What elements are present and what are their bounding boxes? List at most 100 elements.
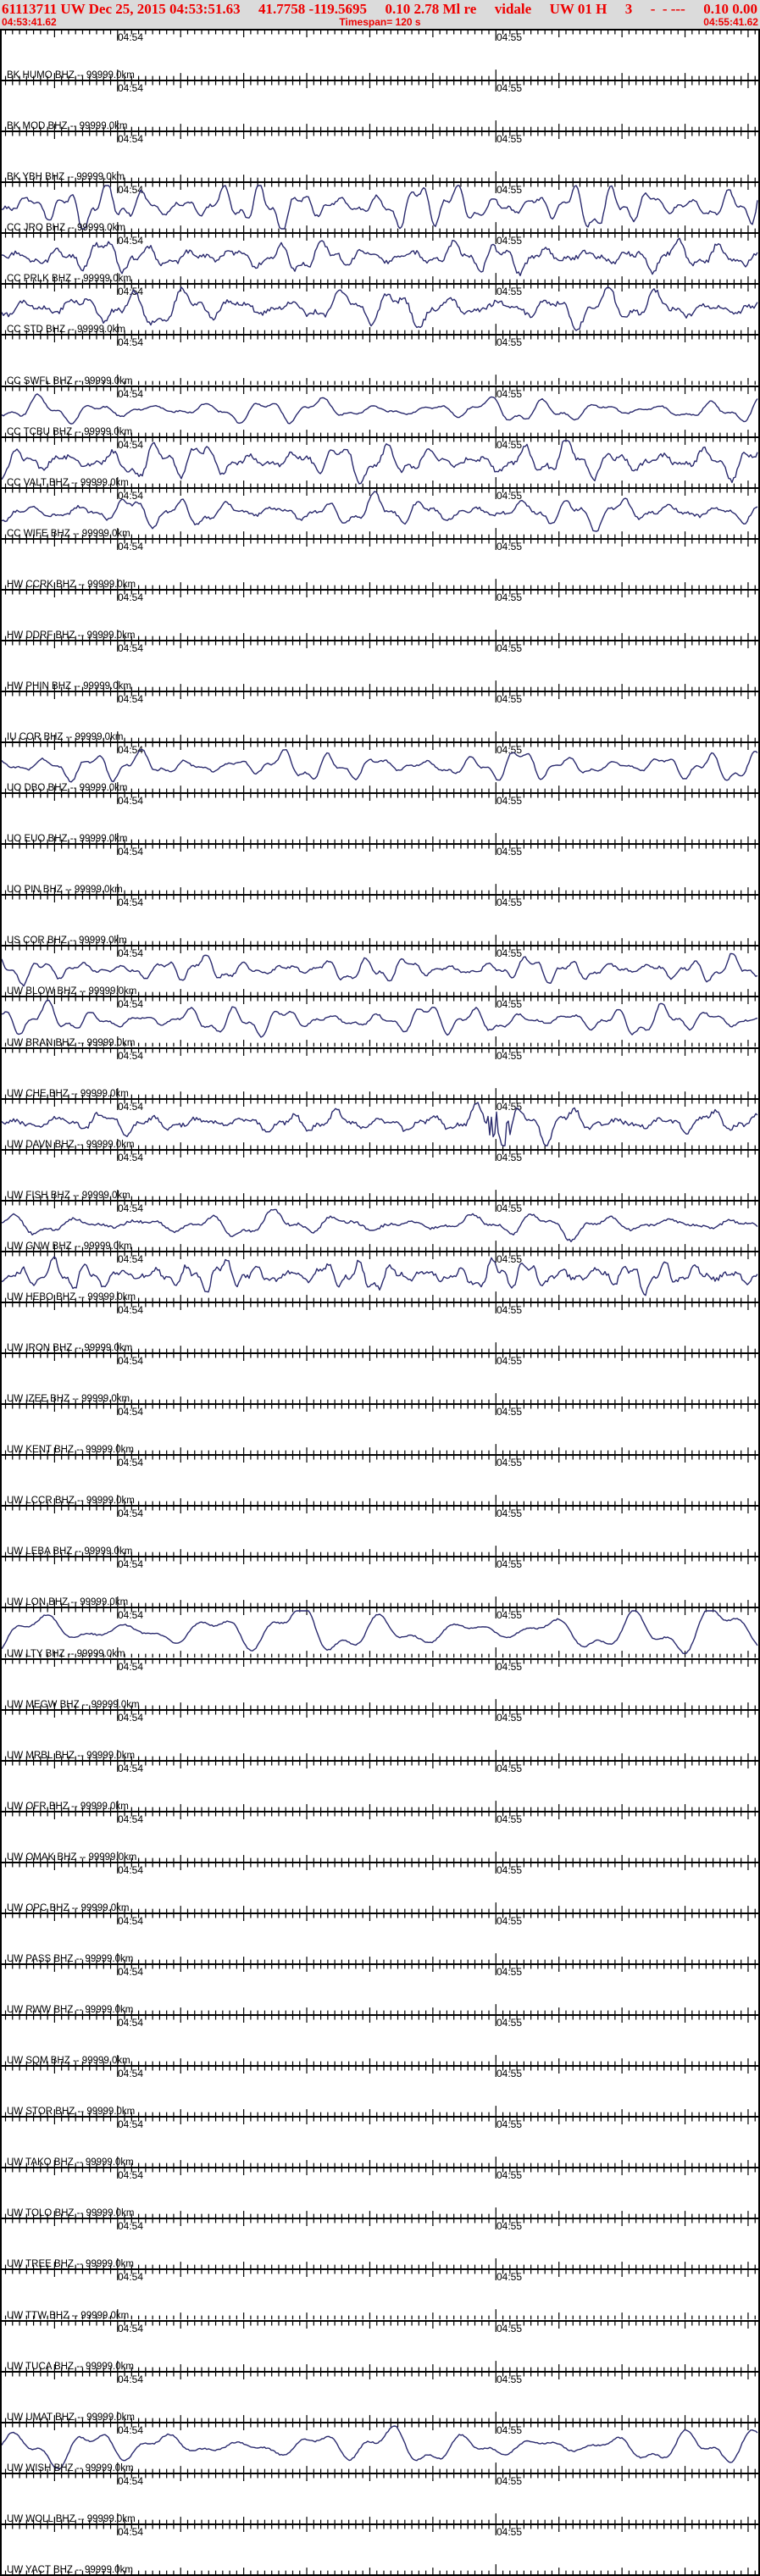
station-label: HW DDRF BHZ -- 99999.0km bbox=[7, 630, 136, 641]
trace-row: 04:54 04:55 UW RWW BHZ -- 99999.0km bbox=[2, 1963, 758, 2016]
station-label: UW STOR BHZ -- 99999.0km bbox=[7, 2107, 136, 2118]
trace-row: 04:54 04:55 UW WOLL BHZ -- 99999.0km bbox=[2, 2472, 758, 2524]
station-label: BK MOD BHZ -- 99999.0km bbox=[7, 121, 128, 132]
station-label: UW TTW BHZ -- 99999.0km bbox=[7, 2310, 130, 2321]
station-label: CC PRLK BHZ -- 99999.0km bbox=[7, 274, 131, 285]
trace-row: 04:54 04:55 HW DDRF BHZ -- 99999.0km bbox=[2, 588, 758, 641]
station-label: UW TAKO BHZ -- 99999.0km bbox=[7, 2157, 134, 2168]
trace-row: 04:54 04:55 BK MOD BHZ -- 99999.0km bbox=[2, 80, 758, 132]
station-label: UW OPC BHZ -- 99999.0km bbox=[7, 1902, 130, 1913]
event-summary-segment: 61113711 UW Dec 25, 2015 04:53:51.63 bbox=[2, 1, 241, 17]
trace-row: 04:54 04:55 UW TTW BHZ -- 99999.0km bbox=[2, 2268, 758, 2321]
station-label: BK YBH BHZ -- 99999.0km bbox=[7, 172, 125, 183]
station-label: CC TCBU BHZ -- 99999.0km bbox=[7, 426, 133, 437]
station-label: UW WISH BHZ -- 99999.0km bbox=[7, 2462, 134, 2473]
station-label: HW CCRK BHZ -- 99999.0km bbox=[7, 579, 136, 590]
header-bar: 61113711 UW Dec 25, 2015 04:53:51.63 41.7… bbox=[0, 0, 760, 29]
trace-row: 04:54 04:55 UW STOR BHZ -- 99999.0km bbox=[2, 2065, 758, 2118]
station-label: UW SQM BHZ -- 99999.0km bbox=[7, 2056, 130, 2067]
trace-row: 04:54 04:55 UW WISH BHZ -- 99999.0km bbox=[2, 2421, 758, 2473]
station-label: CC VALT BHZ -- 99999.0km bbox=[7, 477, 129, 488]
trace-row: 04:54 04:55 UW MRBL BHZ -- 99999.0km bbox=[2, 1708, 758, 1761]
trace-row: 04:54 04:55 UW TAKO BHZ -- 99999.0km bbox=[2, 2116, 758, 2168]
station-label: UW RWW BHZ -- 99999.0km bbox=[7, 2005, 134, 2016]
station-label: CC STD BHZ -- 99999.0km bbox=[7, 325, 125, 336]
trace-row: 04:54 04:55 UO PIN BHZ -- 99999.0km bbox=[2, 843, 758, 896]
window-end-time: 04:55:41.62 bbox=[703, 16, 758, 28]
trace-row: 04:54 04:55 UW DAVN BHZ -- 99999.0km bbox=[2, 1097, 758, 1150]
trace-row: 04:54 04:55 UW CHE BHZ -- 99999.0km bbox=[2, 1046, 758, 1099]
station-label: UW WOLL BHZ -- 99999.0km bbox=[7, 2513, 136, 2524]
station-label: UO EUO BHZ -- 99999.0km bbox=[7, 834, 128, 845]
trace-row: 04:54 04:55 UW IRON BHZ -- 99999.0km bbox=[2, 1301, 758, 1354]
trace-row: 04:54 04:55 CC PRLK BHZ -- 99999.0km bbox=[2, 232, 758, 285]
trace-row: 04:54 04:55 UW FISH BHZ -- 99999.0km bbox=[2, 1148, 758, 1201]
station-label: UW LON BHZ -- 99999.0km bbox=[7, 1597, 129, 1608]
trace-row: 04:54 04:55 UW LEBA BHZ -- 99999.0km bbox=[2, 1505, 758, 1557]
station-label: UO DBO BHZ -- 99999.0km bbox=[7, 783, 128, 794]
station-label: BK HUMO BHZ -- 99999.0km bbox=[7, 70, 135, 81]
station-label: CC WIFE BHZ -- 99999.0km bbox=[7, 528, 130, 539]
trace-row: 04:54 04:55 UW SQM BHZ -- 99999.0km bbox=[2, 2014, 758, 2067]
station-label: IU COR BHZ -- 99999.0km bbox=[7, 732, 124, 743]
trace-row: 04:54 04:55 UW UMAT BHZ -- 99999.0km bbox=[2, 2370, 758, 2423]
station-label: UW TREE BHZ -- 99999.0km bbox=[7, 2259, 134, 2270]
trace-row: 04:54 04:55 UW HEBO BHZ -- 99999.0km bbox=[2, 1250, 758, 1302]
station-label: UW HEBO BHZ -- 99999.0km bbox=[7, 1291, 136, 1302]
trace-row: 04:54 04:55 UW OMAK BHZ -- 99999.0km bbox=[2, 1810, 758, 1863]
station-label: US COR BHZ -- 99999.0km bbox=[7, 935, 127, 947]
trace-row: 04:54 04:55 UW BLOW BHZ -- 99999.0km bbox=[2, 945, 758, 997]
trace-row: 04:54 04:55 CC VALT BHZ -- 99999.0km bbox=[2, 436, 758, 488]
station-label: UW GNW BHZ -- 99999.0km bbox=[7, 1241, 132, 1252]
event-summary-segment: 0.10 2.78 Ml re bbox=[385, 1, 477, 17]
station-label: UW BLOW BHZ -- 99999.0km bbox=[7, 986, 137, 997]
trace-row: 04:54 04:55 UO DBO BHZ -- 99999.0km bbox=[2, 741, 758, 794]
trace-row: 04:54 04:55 UW TOLO BHZ -- 99999.0km bbox=[2, 2167, 758, 2218]
station-label: UW MEGW BHZ -- 99999.0km bbox=[7, 1699, 140, 1710]
station-label: HW PHIN BHZ -- 99999.0km bbox=[7, 681, 131, 692]
trace-row: 04:54 04:55 UW OFR BHZ -- 99999.0km bbox=[2, 1759, 758, 1812]
trace-row: 04:54 04:55 UW LON BHZ -- 99999.0km bbox=[2, 1556, 758, 1607]
station-label: UO PIN BHZ -- 99999.0km bbox=[7, 885, 123, 896]
trace-row: 04:54 04:55 UO EUO BHZ -- 99999.0km bbox=[2, 792, 758, 845]
station-label: UW KENT BHZ -- 99999.0km bbox=[7, 1445, 134, 1456]
trace-row: 04:54 04:55 UW TUCA BHZ -- 99999.0km bbox=[2, 2319, 758, 2372]
station-label: CC JRO BHZ -- 99999.0km bbox=[7, 223, 125, 234]
trace-row: 04:54 04:55 UW BRAN BHZ -- 99999.0km bbox=[2, 996, 758, 1048]
trace-row: 04:54 04:55 BK HUMO BHZ -- 99999.0km bbox=[2, 29, 758, 80]
station-label: UW TOLO BHZ -- 99999.0km bbox=[7, 2208, 135, 2219]
trace-row: 04:54 04:55 CC STD BHZ -- 99999.0km bbox=[2, 283, 758, 336]
station-label: UW FISH BHZ -- 99999.0km bbox=[7, 1190, 130, 1201]
station-label: UW CHE BHZ -- 99999.0km bbox=[7, 1088, 129, 1099]
event-summary-segment: 41.7758 -119.5695 bbox=[258, 1, 368, 17]
station-label: UW IZEE BHZ -- 99999.0km bbox=[7, 1394, 130, 1405]
event-summary-line: 61113711 UW Dec 25, 2015 04:53:51.63 41.7… bbox=[0, 0, 760, 17]
trace-row: 04:54 04:55 CC SWFL BHZ -- 99999.0km bbox=[2, 334, 758, 386]
station-label: UW TUCA BHZ -- 99999.0km bbox=[7, 2361, 134, 2372]
trace-row: 04:54 04:55 US COR BHZ -- 99999.0km bbox=[2, 894, 758, 947]
station-label: UW LEBA BHZ -- 99999.0km bbox=[7, 1546, 133, 1557]
trace-row: 04:54 04:55 CC WIFE BHZ -- 99999.0km bbox=[2, 486, 758, 539]
station-label: UW IRON BHZ -- 99999.0km bbox=[7, 1343, 133, 1354]
event-summary-segment: vidale bbox=[494, 1, 532, 17]
station-label: UW PASS BHZ -- 99999.0km bbox=[7, 1953, 134, 1964]
event-summary-segment: 0.10 0.00 bbox=[703, 1, 757, 17]
station-label: UW UMAT BHZ -- 99999.0km bbox=[7, 2412, 136, 2423]
trace-row: 04:54 04:55 UW IZEE BHZ -- 99999.0km bbox=[2, 1352, 758, 1405]
trace-row: 04:54 04:55 UW LTY BHZ -- 99999.0km bbox=[2, 1607, 758, 1659]
trace-row: 04:54 04:55 IU COR BHZ -- 99999.0km bbox=[2, 691, 758, 743]
station-label: UW MRBL BHZ -- 99999.0km bbox=[7, 1750, 136, 1761]
event-summary-segment: UW 01 H bbox=[549, 1, 607, 17]
station-label: UW OFR BHZ -- 99999.0km bbox=[7, 1801, 129, 1812]
trace-row: 04:54 04:55 CC TCBU BHZ -- 99999.0km bbox=[2, 385, 758, 437]
trace-row: 04:54 04:55 UW LCCR BHZ -- 99999.0km bbox=[2, 1454, 758, 1506]
window-start-time: 04:53:41.62 bbox=[2, 16, 57, 28]
station-label: CC SWFL BHZ -- 99999.0km bbox=[7, 375, 133, 386]
station-label: UW LTY BHZ -- 99999.0km bbox=[7, 1648, 125, 1659]
time-range-line: 04:53:41.62 Timespan= 120 s 04:55:41.62 bbox=[0, 17, 760, 29]
trace-row: 04:54 04:55 UW GNW BHZ -- 99999.0km bbox=[2, 1199, 758, 1252]
station-label: UW YACT BHZ -- 99999.0km bbox=[7, 2564, 133, 2575]
station-label: UW BRAN BHZ -- 99999.0km bbox=[7, 1037, 136, 1048]
station-label: UW OMAK BHZ -- 99999.0km bbox=[7, 1852, 137, 1863]
trace-row: 04:54 04:55 UW OPC BHZ -- 99999.0km bbox=[2, 1861, 758, 1913]
